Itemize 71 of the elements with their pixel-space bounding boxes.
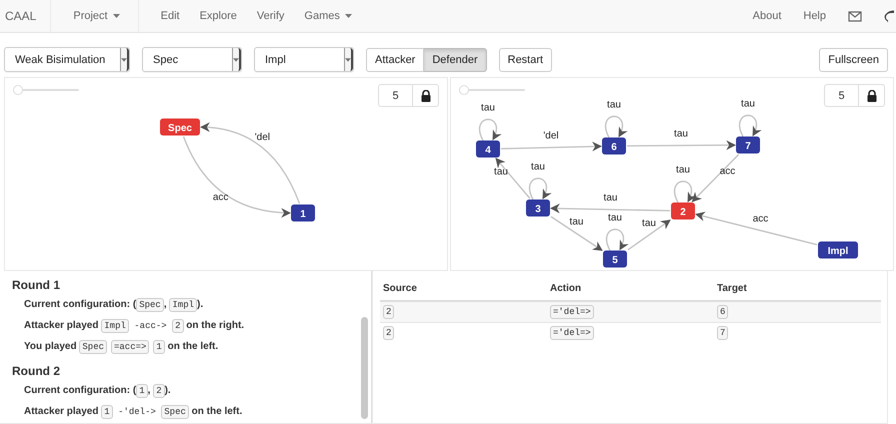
edge-label: 'del <box>254 132 270 144</box>
log-entry: Attacker played 1 -'del-> Spec on the left. <box>24 405 244 419</box>
menu-item[interactable]: Games <box>294 10 362 22</box>
table-cell: 2 <box>383 326 394 340</box>
menu-item[interactable]: About <box>742 10 792 22</box>
table-row[interactable]: 2 ='del=> 7 <box>380 322 881 343</box>
dropdown[interactable]: Spec <box>142 47 242 72</box>
edge-label: tau <box>674 128 688 140</box>
log-entry: Current configuration: ( 1 , 2 ). <box>24 384 172 398</box>
menu-item[interactable]: Help <box>792 10 837 22</box>
state-node[interactable]: Impl <box>818 242 858 258</box>
lock-icon <box>866 90 876 102</box>
role-button[interactable]: Defender <box>424 48 487 72</box>
round-heading: Round 2 <box>12 364 61 378</box>
edge-label: tau <box>604 192 618 204</box>
fullscreen-button[interactable]: Fullscreen <box>819 48 888 72</box>
loop-arrow <box>604 116 627 138</box>
state-node[interactable]: 3 <box>526 200 550 216</box>
menu-item[interactable]: Edit <box>150 10 190 22</box>
table-cell: 6 <box>717 305 728 319</box>
log-entry: Attacker played Impl -acc-> 2 on the right. <box>24 319 246 333</box>
edge-label: acc <box>212 192 228 203</box>
edge-label: tau <box>607 100 621 110</box>
loop-arrow <box>674 180 696 203</box>
edge-label: 'del <box>543 130 559 142</box>
edge-label: tau <box>481 102 495 114</box>
state-node[interactable]: 1 <box>291 204 315 222</box>
loop-arrow <box>478 118 501 141</box>
round-heading: Round 1 <box>12 278 61 292</box>
menu-item[interactable]: Explore <box>190 10 247 22</box>
table-row[interactable]: 2 ='del=> 6 <box>380 301 881 322</box>
caret-icon <box>233 58 239 62</box>
state-node[interactable]: 7 <box>736 136 760 154</box>
log-entry: You played Spec =acc=> 1 on the left. <box>24 340 220 354</box>
caret-icon <box>121 58 127 62</box>
edge-label: tau <box>642 218 656 229</box>
caret-icon <box>345 58 351 62</box>
edge-arrow <box>495 158 530 199</box>
edge-label: acc <box>720 166 736 177</box>
loop-arrow <box>528 178 551 200</box>
state-node[interactable]: Spec <box>160 118 200 136</box>
table-cell: 2 <box>383 305 394 319</box>
edge-label: tau <box>531 162 545 172</box>
role-button[interactable]: Attacker <box>366 48 424 72</box>
edge-label: acc <box>752 214 768 224</box>
edge-label: tau <box>608 212 622 224</box>
dropdown[interactable]: Impl <box>254 47 354 72</box>
loop-arrow <box>606 228 628 251</box>
state-node[interactable]: 2 <box>671 202 695 220</box>
state-node[interactable]: 4 <box>476 140 500 158</box>
edge-arrow <box>628 220 671 250</box>
restart-button[interactable]: Restart <box>498 48 552 72</box>
edge-label: tau <box>494 166 508 178</box>
dropdown[interactable]: Weak Bisimulation <box>4 47 130 72</box>
edge-arrow <box>692 154 740 202</box>
brand-logo[interactable]: CAAL <box>0 9 50 23</box>
loop-arrow <box>738 114 761 137</box>
table-cell: ='del=> <box>550 326 594 340</box>
table-cell: 7 <box>717 326 728 340</box>
mail-icon[interactable] <box>848 10 862 22</box>
edge-arrow <box>550 216 603 251</box>
state-node[interactable]: 6 <box>602 138 626 154</box>
lock-icon <box>420 90 430 102</box>
edge-label: tau <box>570 216 584 228</box>
edge-label: tau <box>741 98 755 110</box>
menu-item[interactable]: Project <box>63 10 138 22</box>
state-node[interactable]: 5 <box>603 250 627 268</box>
log-entry: Current configuration: ( Spec , Impl ). <box>24 298 204 312</box>
table-cell: ='del=> <box>550 305 594 319</box>
edge-label: tau <box>676 164 690 176</box>
menu-item[interactable]: Verify <box>246 10 294 22</box>
